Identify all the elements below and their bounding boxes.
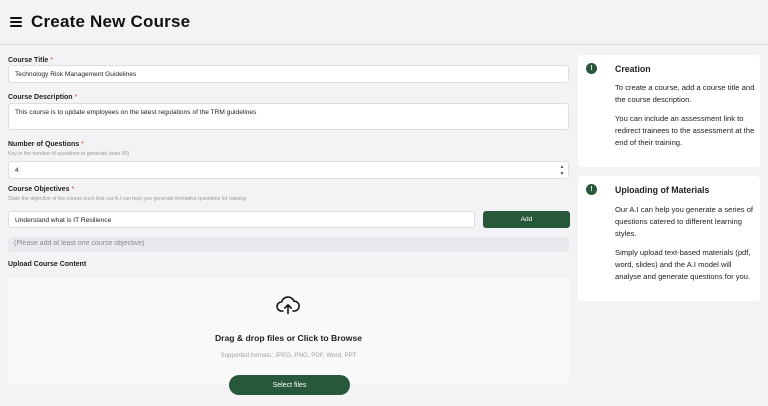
required-mark: * bbox=[81, 141, 84, 148]
course-objectives-label: Course Objectives * bbox=[8, 186, 75, 193]
add-objective-button[interactable]: Add bbox=[483, 211, 570, 228]
supported-formats-text: Supported formats: JPEG, PNG, PDF, Word,… bbox=[220, 352, 357, 359]
card-text: Our A.I can help you generate a series o… bbox=[615, 205, 754, 238]
page-title: Create New Course bbox=[31, 12, 191, 31]
course-description-textarea[interactable]: This course is to update employees on th… bbox=[8, 103, 569, 130]
course-objective-input[interactable]: Understand what is IT Resilience bbox=[8, 211, 475, 228]
num-questions-input[interactable]: 4 ▲ ▼ bbox=[8, 161, 569, 179]
course-objectives-hint: State the objective of the course such t… bbox=[8, 196, 247, 202]
select-files-button[interactable]: Select files bbox=[229, 375, 350, 395]
course-description-label: Course Description * bbox=[8, 94, 78, 101]
num-questions-hint: Key in the number of questions to genera… bbox=[8, 151, 130, 157]
cloud-upload-icon bbox=[276, 296, 300, 315]
card-title: Creation bbox=[615, 64, 651, 74]
creation-info-card: ! Creation To create a course, add a cou… bbox=[578, 55, 760, 167]
chevron-down-icon[interactable]: ▼ bbox=[559, 171, 565, 178]
required-mark: * bbox=[74, 94, 78, 101]
required-mark: * bbox=[50, 57, 54, 64]
required-mark: * bbox=[71, 186, 75, 193]
file-dropzone[interactable]: Drag & drop files or Click to Browse Sup… bbox=[8, 278, 569, 384]
dropzone-title: Drag & drop files or Click to Browse bbox=[214, 333, 363, 343]
hamburger-menu-icon[interactable] bbox=[10, 17, 22, 27]
upload-content-label: Upload Course Content bbox=[8, 261, 87, 268]
info-icon: ! bbox=[586, 184, 597, 195]
number-stepper[interactable]: ▲ ▼ bbox=[559, 164, 565, 178]
chevron-up-icon[interactable]: ▲ bbox=[559, 164, 565, 171]
card-text: Simply upload text-based materials (pdf,… bbox=[615, 248, 751, 281]
course-title-label: Course Title * bbox=[8, 57, 54, 64]
uploading-info-card: ! Uploading of Materials Our A.I can hel… bbox=[578, 176, 760, 301]
page-header: Create New Course bbox=[0, 0, 768, 45]
info-icon: ! bbox=[586, 63, 597, 74]
objectives-empty-notice: (Please add at least one course objectiv… bbox=[8, 237, 569, 252]
card-title: Uploading of Materials bbox=[615, 185, 710, 195]
card-text: To create a course, add a course title a… bbox=[615, 83, 755, 104]
num-questions-label: Number of Questions * bbox=[8, 141, 84, 148]
card-text: You can include an assessment link to re… bbox=[615, 114, 755, 147]
course-title-input[interactable]: Technology Risk Management Guidelines bbox=[8, 65, 569, 83]
